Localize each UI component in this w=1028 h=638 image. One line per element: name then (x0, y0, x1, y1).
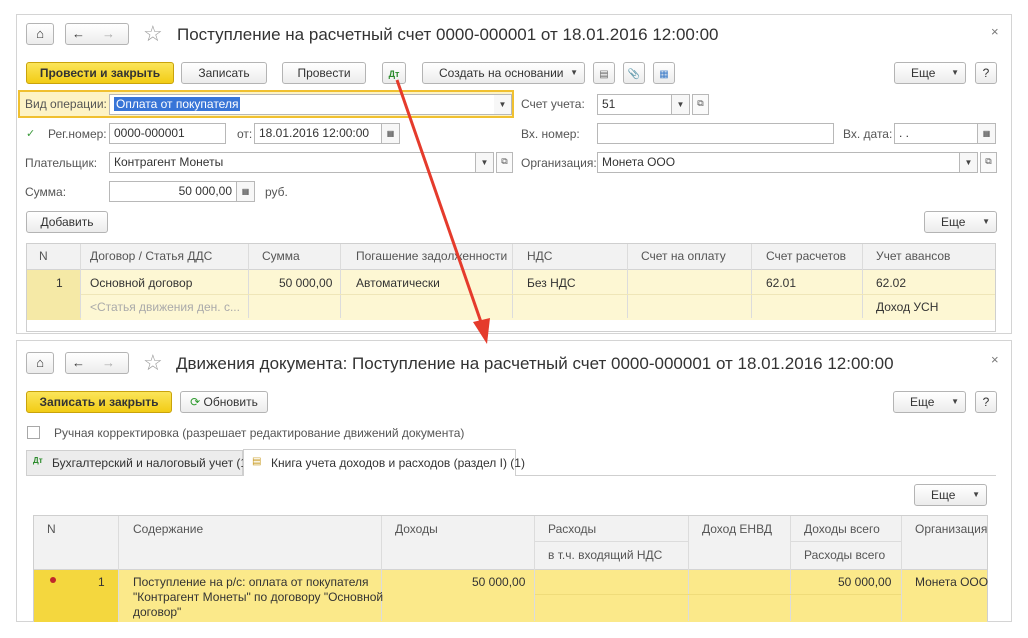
annotation-arrow (395, 79, 490, 344)
annotation-arrow-head (473, 318, 490, 344)
annotation-arrow-line (395, 79, 484, 326)
